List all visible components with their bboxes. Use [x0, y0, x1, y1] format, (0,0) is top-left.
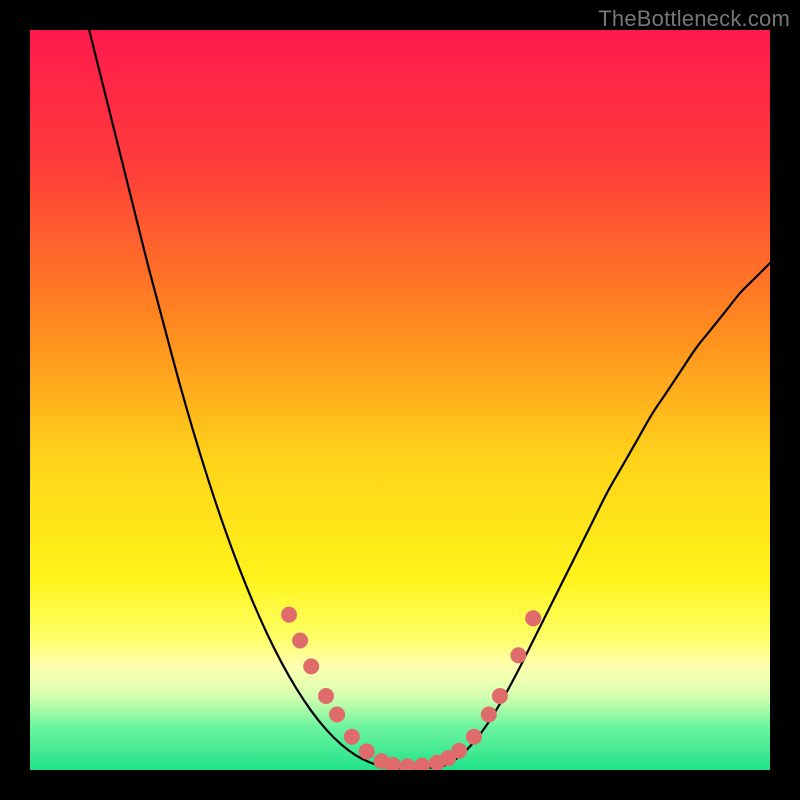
marker-point	[399, 758, 415, 770]
marker-point	[466, 729, 482, 745]
marker-point	[510, 647, 526, 663]
marker-point	[481, 707, 497, 723]
marker-point	[414, 758, 430, 770]
marker-point	[525, 610, 541, 626]
marker-point	[303, 658, 319, 674]
series-right-curve	[444, 263, 770, 765]
marker-point	[329, 707, 345, 723]
series-left-curve	[89, 30, 385, 767]
marker-point	[344, 729, 360, 745]
watermark-text: TheBottleneck.com	[598, 6, 790, 32]
marker-point	[492, 688, 508, 704]
plot-area	[30, 30, 770, 770]
curve-layer	[30, 30, 770, 770]
marker-point	[292, 633, 308, 649]
chart-frame: TheBottleneck.com	[0, 0, 800, 800]
marker-point	[281, 607, 297, 623]
marker-point	[318, 688, 334, 704]
marker-point	[359, 744, 375, 760]
marker-point	[451, 743, 467, 759]
